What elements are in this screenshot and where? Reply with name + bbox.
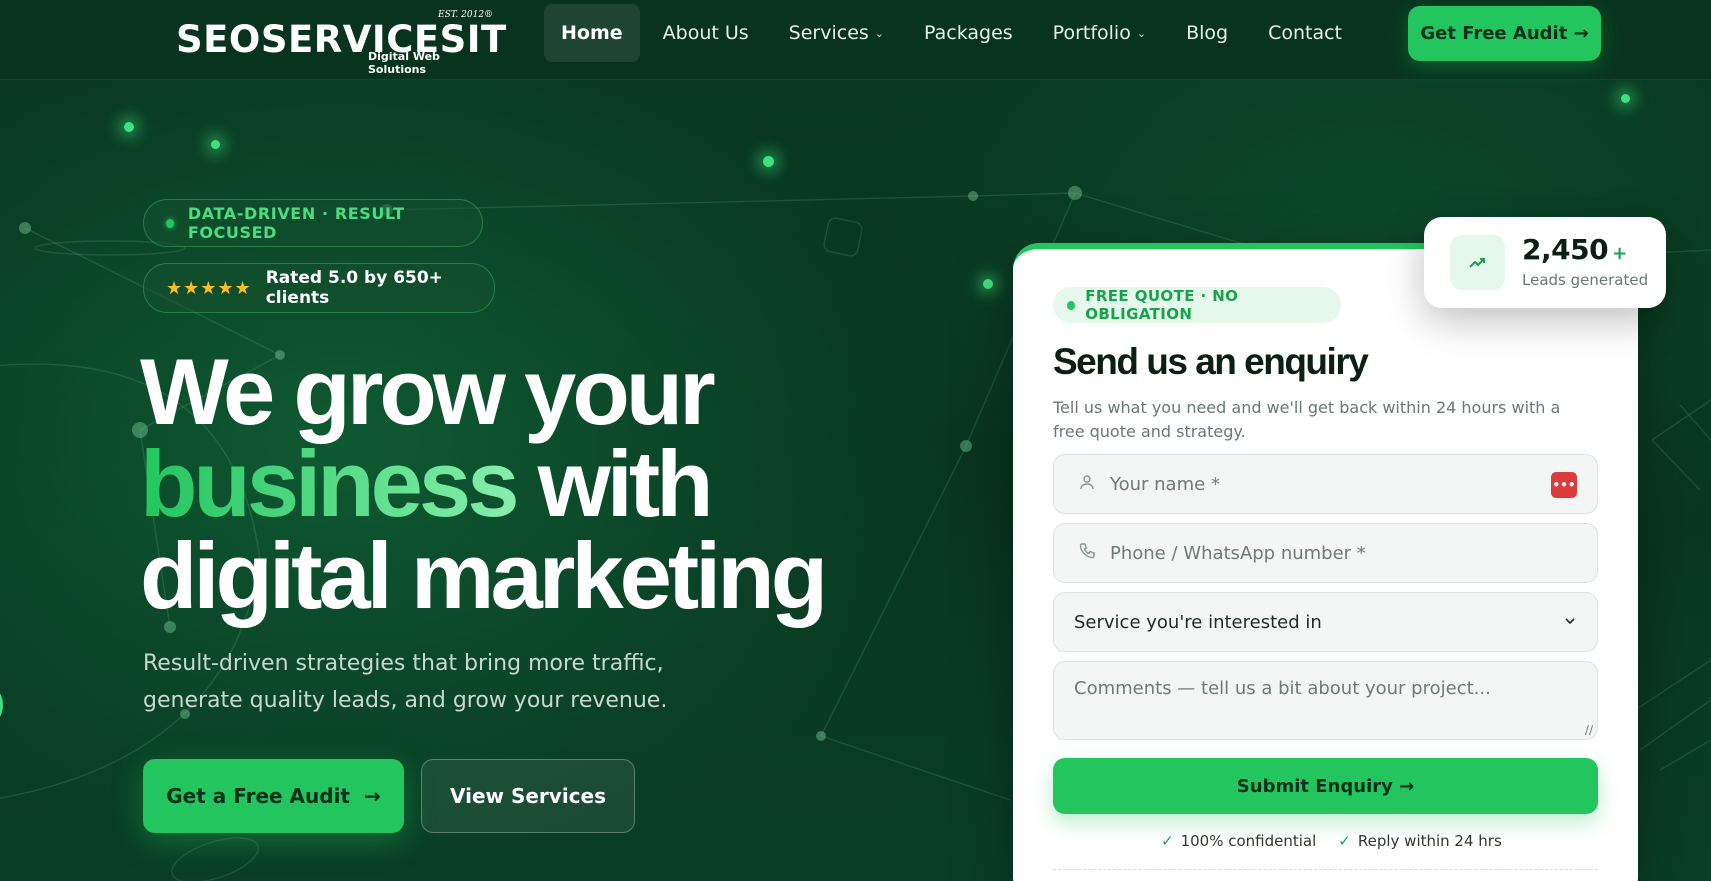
nav-about-label: About Us: [662, 22, 749, 44]
form-description: Tell us what you need and we'll get back…: [1053, 398, 1561, 441]
nav-contact[interactable]: Contact: [1251, 4, 1359, 62]
badge-label: DATA-DRIVEN · RESULT FOCUSED: [187, 204, 405, 242]
resize-handle-icon[interactable]: ∕∕: [1585, 723, 1593, 737]
name-placeholder: Your name *: [1110, 473, 1220, 495]
data-driven-badge: DATA-DRIVEN · RESULT FOCUSED: [143, 199, 483, 247]
headline-line-1: We grow your: [140, 339, 716, 444]
form-title: Send us an enquiry: [1053, 341, 1369, 382]
nav-portfolio[interactable]: Portfolio ⌄: [1036, 4, 1163, 62]
trust-label: 100% confidential: [1180, 832, 1317, 850]
nav-services-label: Services: [788, 22, 869, 44]
chevron-down-icon: ⌄: [1136, 26, 1147, 40]
nav-services[interactable]: Services ⌄: [772, 4, 901, 62]
logo-est: EST. 2012®: [438, 10, 494, 20]
leads-stat-value: 2,450 +: [1522, 233, 1627, 266]
star-rating-icon: ★★★★★: [166, 277, 252, 299]
nav-about-us[interactable]: About Us: [646, 4, 766, 62]
status-dot-icon: [1067, 300, 1076, 310]
free-quote-badge: FREE QUOTE · NO OBLIGATION: [1053, 287, 1341, 323]
nav-contact-label: Contact: [1268, 22, 1342, 44]
headline-line-3: digital marketing: [140, 523, 828, 628]
trending-up-icon: [1450, 235, 1505, 290]
comments-placeholder: Comments — tell us a bit about your proj…: [1074, 678, 1491, 699]
status-dot-icon: [166, 218, 174, 228]
nav-packages-label: Packages: [924, 22, 1013, 44]
get-free-audit-button[interactable]: Get a Free Audit →: [143, 759, 404, 833]
trust-label: Reply within 24 hrs: [1357, 832, 1502, 850]
submit-enquiry-button[interactable]: Submit Enquiry →: [1053, 758, 1598, 814]
logo-tagline: Digital Web Solutions: [368, 50, 440, 76]
arrow-right-icon: →: [363, 784, 381, 808]
leads-stat-card: 2,450 + Leads generated: [1424, 217, 1666, 308]
top-navbar: SEOSERVICESIT EST. 2012® Digital Web Sol…: [0, 0, 1711, 80]
nav-packages[interactable]: Packages: [907, 4, 1030, 62]
phone-field[interactable]: Phone / WhatsApp number *: [1053, 523, 1598, 583]
free-quote-label: FREE QUOTE · NO OBLIGATION: [1085, 287, 1239, 323]
view-services-button[interactable]: View Services: [421, 759, 635, 833]
stat-suffix: +: [1612, 243, 1627, 264]
main-menu: Home About Us Services ⌄ Packages Portfol…: [544, 4, 1365, 62]
nav-blog-label: Blog: [1186, 22, 1229, 44]
phone-icon: [1074, 542, 1100, 564]
check-icon: ✓: [1161, 832, 1174, 850]
nav-home[interactable]: Home: [544, 4, 640, 62]
nav-portfolio-label: Portfolio: [1052, 22, 1131, 44]
rating-badge: ★★★★★ Rated 5.0 by 650+ clients: [143, 263, 495, 313]
name-field[interactable]: Your name * •••: [1053, 454, 1598, 514]
trust-item: ✓ 100% confidential: [1161, 832, 1316, 850]
glow-dot: [763, 156, 774, 167]
enquiry-form-card: FREE QUOTE · NO OBLIGATION Send us an en…: [1013, 243, 1638, 881]
headline-line-2: with: [537, 431, 714, 536]
site-logo[interactable]: SEOSERVICESIT EST. 2012® Digital Web Sol…: [176, 10, 506, 76]
hero-lead-text: Result-driven strategies that bring more…: [143, 651, 668, 713]
get-free-audit-nav-button[interactable]: Get Free Audit →: [1408, 6, 1601, 61]
phone-placeholder: Phone / WhatsApp number *: [1110, 542, 1366, 564]
leads-stat-label: Leads generated: [1522, 271, 1649, 289]
rating-label: Rated 5.0 by 650+ clients: [265, 268, 443, 308]
trust-item: ✓ Reply within 24 hrs: [1338, 832, 1502, 850]
chevron-down-icon: [1563, 612, 1577, 633]
get-free-audit-label: Get a Free Audit: [166, 784, 350, 808]
stat-number: 2,450: [1522, 233, 1609, 266]
user-icon: [1074, 474, 1100, 495]
chevron-down-icon: ⌄: [874, 26, 885, 40]
hero-headline: We grow your business with digital marke…: [140, 345, 900, 623]
headline-highlight: business: [140, 431, 519, 536]
service-select[interactable]: Service you're interested in: [1053, 592, 1598, 652]
glow-dot: [983, 279, 993, 289]
glow-dot: [1621, 94, 1630, 103]
glow-dot: [211, 140, 220, 149]
comments-textarea[interactable]: Comments — tell us a bit about your proj…: [1053, 661, 1598, 740]
nav-blog[interactable]: Blog: [1169, 4, 1245, 62]
trust-indicators: ✓ 100% confidential ✓ Reply within 24 hr…: [1161, 832, 1524, 850]
glow-dot: [124, 122, 134, 132]
password-manager-icon[interactable]: •••: [1551, 472, 1577, 498]
service-select-value: Service you're interested in: [1074, 611, 1322, 633]
divider: [1053, 869, 1598, 870]
check-icon: ✓: [1338, 832, 1351, 850]
nav-home-label: Home: [561, 22, 623, 44]
